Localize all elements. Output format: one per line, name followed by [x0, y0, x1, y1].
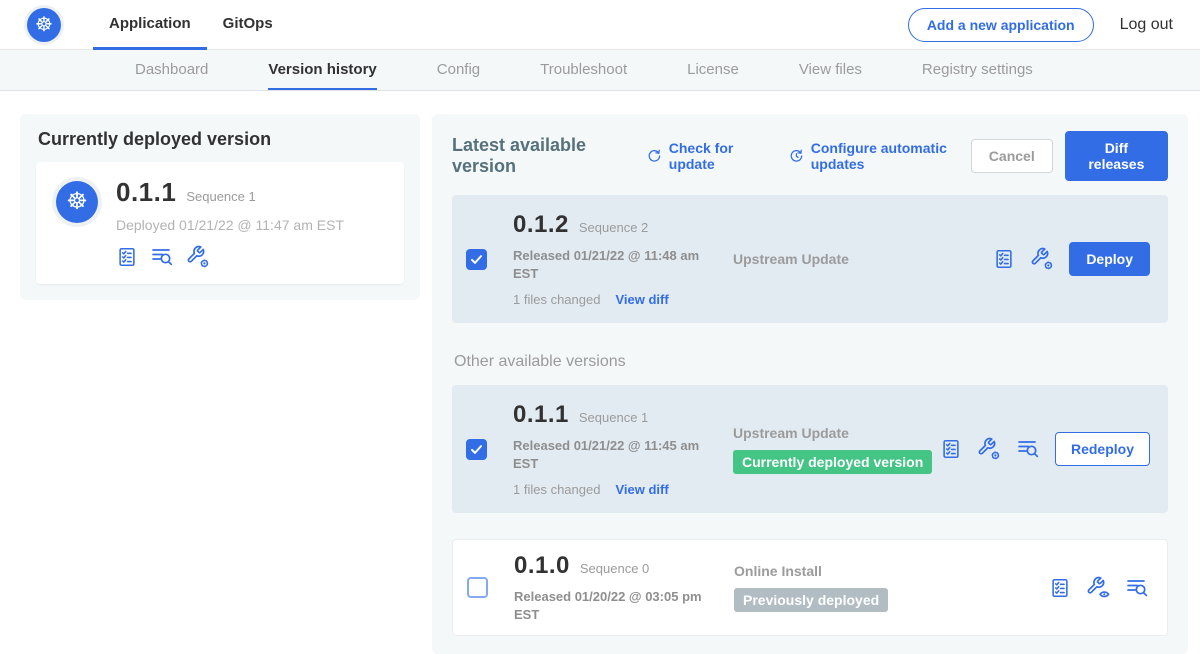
tab-application[interactable]: Application	[93, 0, 207, 50]
deployed-timestamp: Deployed 01/21/22 @ 11:47 am EST	[116, 217, 344, 233]
files-changed-label: 1 files changed	[513, 482, 600, 497]
edit-config-icon[interactable]	[1030, 247, 1054, 271]
row-sequence-label: Sequence 0	[580, 561, 649, 576]
configure-automatic-updates-link[interactable]: Configure automatic updates	[789, 140, 971, 172]
diff-releases-button[interactable]: Diff releases	[1065, 131, 1168, 181]
preflight-checklist-icon[interactable]	[940, 438, 962, 460]
version-checkbox[interactable]	[466, 439, 487, 460]
row-source-type: Upstream Update	[733, 425, 940, 441]
redeploy-button[interactable]: Redeploy	[1055, 432, 1150, 466]
latest-available-title: Latest available version	[452, 135, 621, 177]
add-application-button[interactable]: Add a new application	[908, 8, 1094, 42]
files-changed-label: 1 files changed	[513, 292, 600, 307]
deploy-logs-icon[interactable]	[1016, 437, 1040, 461]
app-logo-icon: ☸	[52, 177, 102, 227]
deployed-sequence-label: Sequence 1	[186, 189, 255, 204]
deploy-button[interactable]: Deploy	[1069, 242, 1150, 276]
top-nav: ☸ Application GitOps Add a new applicati…	[0, 0, 1200, 50]
edit-config-icon[interactable]	[186, 245, 210, 269]
row-version-number: 0.1.1	[513, 401, 569, 429]
deploy-logs-icon[interactable]	[1125, 576, 1149, 600]
logout-button[interactable]: Log out	[1120, 16, 1173, 34]
tab-gitops[interactable]: GitOps	[207, 0, 289, 50]
row-version-number: 0.1.2	[513, 211, 569, 239]
currently-deployed-title: Currently deployed version	[38, 129, 404, 150]
currently-deployed-badge: Currently deployed version	[733, 450, 932, 474]
subnav-item-version-history[interactable]: Version history	[268, 50, 376, 90]
version-checkbox[interactable]	[466, 249, 487, 270]
preflight-checklist-icon[interactable]	[116, 246, 138, 268]
check-for-update-link[interactable]: Check for update	[647, 140, 763, 172]
version-row-0-1-1: 0.1.1 Sequence 1 Released 01/21/22 @ 11:…	[452, 385, 1168, 513]
subnav-item-registry-settings[interactable]: Registry settings	[922, 50, 1033, 90]
previously-deployed-badge: Previously deployed	[734, 588, 888, 612]
version-checkbox[interactable]	[467, 577, 488, 598]
row-released-timestamp: Released 01/21/22 @ 11:45 am EST	[513, 437, 713, 472]
subnav-item-license[interactable]: License	[687, 50, 739, 90]
version-row-0-1-2: 0.1.2 Sequence 2 Released 01/21/22 @ 11:…	[452, 195, 1168, 323]
clock-refresh-icon	[789, 147, 804, 165]
row-released-timestamp: Released 01/21/22 @ 11:48 am EST	[513, 247, 713, 282]
version-row-0-1-0: 0.1.0 Sequence 0 Released 01/20/22 @ 03:…	[452, 539, 1168, 636]
subnav-item-config[interactable]: Config	[437, 50, 480, 90]
top-nav-tabs: Application GitOps	[93, 0, 289, 50]
subnav-item-troubleshoot[interactable]: Troubleshoot	[540, 50, 627, 90]
row-sequence-label: Sequence 1	[579, 410, 648, 425]
subnav-item-view-files[interactable]: View files	[799, 50, 862, 90]
row-source-type: Online Install	[734, 563, 1049, 579]
cancel-button[interactable]: Cancel	[971, 139, 1053, 173]
preflight-checklist-icon[interactable]	[1049, 577, 1071, 599]
currently-deployed-card: ☸ 0.1.1 Sequence 1 Deployed 01/21/22 @ 1…	[36, 162, 404, 284]
row-sequence-label: Sequence 2	[579, 220, 648, 235]
view-diff-link[interactable]: View diff	[615, 292, 668, 307]
other-versions-label: Other available versions	[454, 353, 1168, 371]
deploy-logs-icon[interactable]	[150, 245, 174, 269]
kubernetes-logo-icon: ☸	[27, 8, 61, 42]
currently-deployed-panel: Currently deployed version ☸ 0.1.1 Seque…	[20, 114, 420, 300]
app-sub-nav: Dashboard Version history Config Trouble…	[0, 50, 1200, 91]
edit-config-icon[interactable]	[977, 437, 1001, 461]
row-source-type: Upstream Update	[733, 251, 993, 267]
view-config-icon[interactable]	[1086, 576, 1110, 600]
latest-available-panel: Latest available version Check for updat…	[432, 114, 1188, 654]
row-version-number: 0.1.0	[514, 552, 570, 580]
row-released-timestamp: Released 01/20/22 @ 03:05 pm EST	[514, 588, 714, 623]
deployed-version-number: 0.1.1	[116, 177, 176, 208]
preflight-checklist-icon[interactable]	[993, 248, 1015, 270]
refresh-icon	[647, 147, 662, 165]
view-diff-link[interactable]: View diff	[615, 482, 668, 497]
subnav-item-dashboard[interactable]: Dashboard	[135, 50, 208, 90]
